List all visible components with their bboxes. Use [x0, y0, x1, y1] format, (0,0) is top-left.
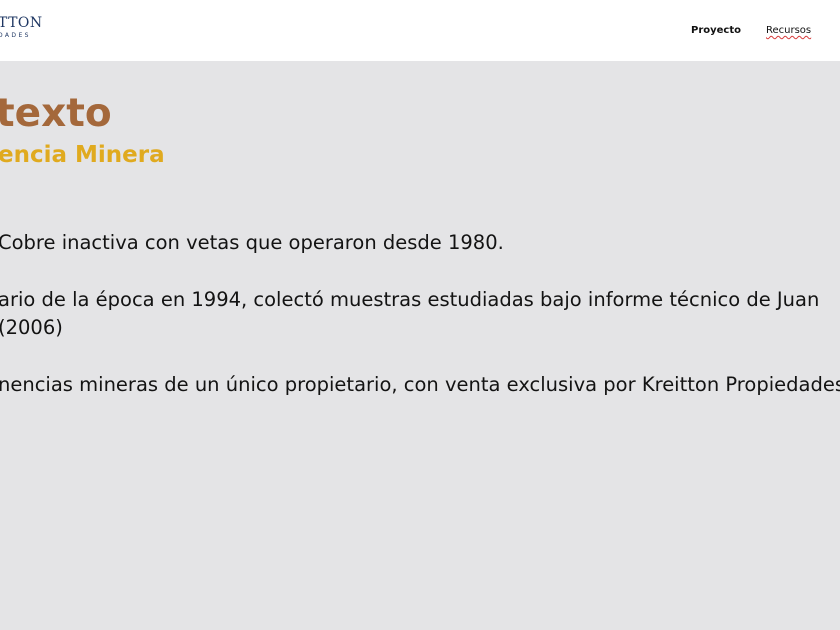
- logo-tagline: DADES: [0, 32, 31, 39]
- logo-wordmark: TTON: [0, 15, 43, 31]
- brand-logo[interactable]: TTON DADES: [0, 15, 58, 41]
- body-paragraph-3: nencias mineras de un único propietario,…: [0, 371, 840, 399]
- body-paragraph-1: Cobre inactiva con vetas que operaron de…: [0, 229, 504, 257]
- page: TTON DADES Proyecto Recursos texto encia…: [0, 0, 840, 630]
- paragraph-2-line-2: (2006): [0, 316, 63, 339]
- nav-link-proyecto[interactable]: Proyecto: [691, 25, 741, 37]
- page-title: texto: [0, 91, 112, 136]
- paragraph-3-text: nencias mineras de un único propietario,…: [0, 373, 840, 396]
- site-header: TTON DADES Proyecto Recursos: [0, 0, 840, 61]
- page-subtitle: encia Minera: [0, 142, 165, 168]
- nav-link-recursos[interactable]: Recursos: [766, 25, 811, 37]
- paragraph-2-line-1: ario de la época en 1994, colectó muestr…: [0, 288, 820, 311]
- paragraph-1-text: Cobre inactiva con vetas que operaron de…: [0, 231, 504, 254]
- body-paragraph-2: ario de la época en 1994, colectó muestr…: [0, 286, 819, 342]
